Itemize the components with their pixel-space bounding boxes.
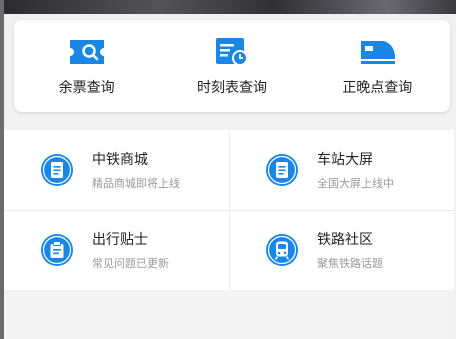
service-item-railway-community[interactable]: 铁路社区 聚焦铁路话题 xyxy=(229,210,454,290)
service-subtitle: 精品商城即将上线 xyxy=(92,177,180,190)
service-item-mall[interactable]: 中铁商城 精品商城即将上线 xyxy=(4,130,229,210)
quick-action-ticket-search[interactable]: 余票查询 xyxy=(27,35,147,97)
ticket-search-icon xyxy=(67,35,107,69)
train-icon xyxy=(357,35,397,69)
service-subtitle: 全国大屏上线中 xyxy=(317,177,394,190)
bottom-area xyxy=(4,290,454,339)
quick-action-timetable[interactable]: 时刻表查询 xyxy=(172,35,292,97)
document-icon xyxy=(266,154,298,186)
service-title: 出行贴士 xyxy=(92,232,148,248)
service-title: 车站大屏 xyxy=(317,152,373,168)
quick-actions-card: 余票查询 时刻表查询 正晚点查询 xyxy=(14,20,450,112)
service-item-travel-tips[interactable]: 出行贴士 常见问题已更新 xyxy=(4,210,229,290)
quick-action-delay-status[interactable]: 正晚点查询 xyxy=(317,35,437,97)
service-title: 铁路社区 xyxy=(317,232,373,248)
grid-horizontal-divider xyxy=(4,210,454,211)
quick-action-label: 余票查询 xyxy=(58,80,115,96)
train-front-icon xyxy=(266,234,298,266)
clipboard-icon xyxy=(41,234,73,266)
quick-action-label: 时刻表查询 xyxy=(196,80,267,96)
quick-action-label: 正晚点查询 xyxy=(342,80,413,96)
document-icon xyxy=(41,154,73,186)
header-image-strip xyxy=(0,0,456,14)
service-subtitle: 常见问题已更新 xyxy=(92,257,169,270)
service-item-station-screen[interactable]: 车站大屏 全国大屏上线中 xyxy=(229,130,454,210)
service-subtitle: 聚焦铁路话题 xyxy=(317,257,383,270)
service-title: 中铁商城 xyxy=(92,152,148,168)
timetable-clock-icon xyxy=(212,35,252,69)
